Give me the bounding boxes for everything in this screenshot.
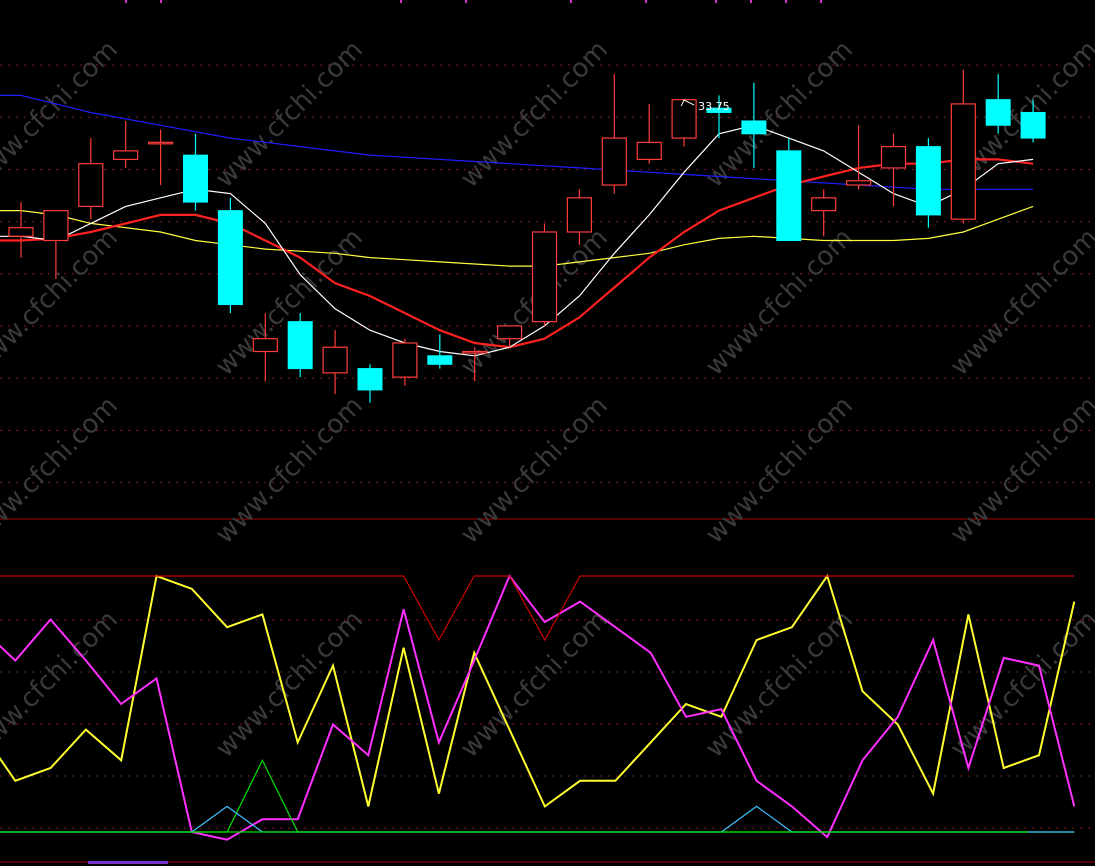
indicator-panel xyxy=(0,573,1076,864)
watermark-text: www.cfchi.com xyxy=(945,391,1095,550)
candle-body xyxy=(531,231,558,323)
candle-body xyxy=(776,150,802,242)
candle-body xyxy=(1020,111,1046,139)
watermark-text: www.cfchi.com xyxy=(455,35,614,194)
watermark-text: www.cfchi.com xyxy=(700,223,859,382)
watermark-text: www.cfchi.com xyxy=(945,605,1095,764)
candle-body xyxy=(427,355,453,365)
high-price-label: 33.75 xyxy=(698,100,730,113)
candle-body xyxy=(985,99,1011,126)
watermark-text: www.cfchi.com xyxy=(0,223,124,382)
candle-body xyxy=(566,197,593,233)
indicator-series-line xyxy=(0,758,1075,833)
watermark-text: www.cfchi.com xyxy=(945,223,1095,382)
candle-body xyxy=(636,141,662,161)
candle-body xyxy=(811,197,837,212)
candle-body xyxy=(497,325,523,340)
candle-body xyxy=(392,342,418,378)
watermark-text: www.cfchi.com xyxy=(0,35,124,194)
tick-mark xyxy=(785,0,787,3)
watermark-text: www.cfchi.com xyxy=(455,605,614,764)
stock-chart: www.cfchi.com www.cfchi.com www.cfchi.com w… xyxy=(0,0,1095,864)
candle-body xyxy=(601,137,627,186)
candle-body xyxy=(880,146,907,169)
candle-body xyxy=(78,163,104,207)
watermark-text: www.cfchi.com xyxy=(700,605,859,764)
candle-body xyxy=(113,150,139,161)
tick-mark xyxy=(820,0,822,3)
price-grid xyxy=(0,0,1095,863)
candle-body xyxy=(252,338,278,353)
candle-body xyxy=(357,368,383,391)
candle-body xyxy=(217,210,243,306)
candle-body xyxy=(671,99,697,139)
watermark-text: www.cfchi.com xyxy=(210,35,369,194)
watermark-text: www.cfchi.com xyxy=(210,605,369,764)
candle-body xyxy=(183,154,208,203)
candle-body xyxy=(148,141,174,145)
watermark-text: www.cfchi.com xyxy=(455,391,614,550)
watermark-text: www.cfchi.com xyxy=(700,391,859,550)
watermark-text: www.cfchi.com xyxy=(0,391,124,550)
indicator-series-line xyxy=(0,575,1075,642)
tick-mark xyxy=(645,0,647,3)
candle-body xyxy=(845,180,872,186)
tick-mark xyxy=(125,0,127,3)
tick-mark xyxy=(465,0,467,3)
scroll-marker xyxy=(88,861,168,864)
candle-body xyxy=(43,210,69,242)
candle-body xyxy=(462,350,488,354)
candle-body xyxy=(322,346,348,374)
candle-body xyxy=(287,321,313,370)
tick-mark xyxy=(715,0,717,3)
tick-mark xyxy=(160,0,162,3)
tick-mark xyxy=(750,0,752,3)
candle-body xyxy=(950,103,976,220)
tick-mark xyxy=(570,0,572,3)
tick-mark xyxy=(400,0,402,3)
watermark-text: www.cfchi.com xyxy=(210,391,369,550)
candle-body xyxy=(8,227,34,237)
candle-body xyxy=(915,146,941,216)
indicator-series-line xyxy=(0,574,1076,841)
candle-body xyxy=(741,120,767,135)
